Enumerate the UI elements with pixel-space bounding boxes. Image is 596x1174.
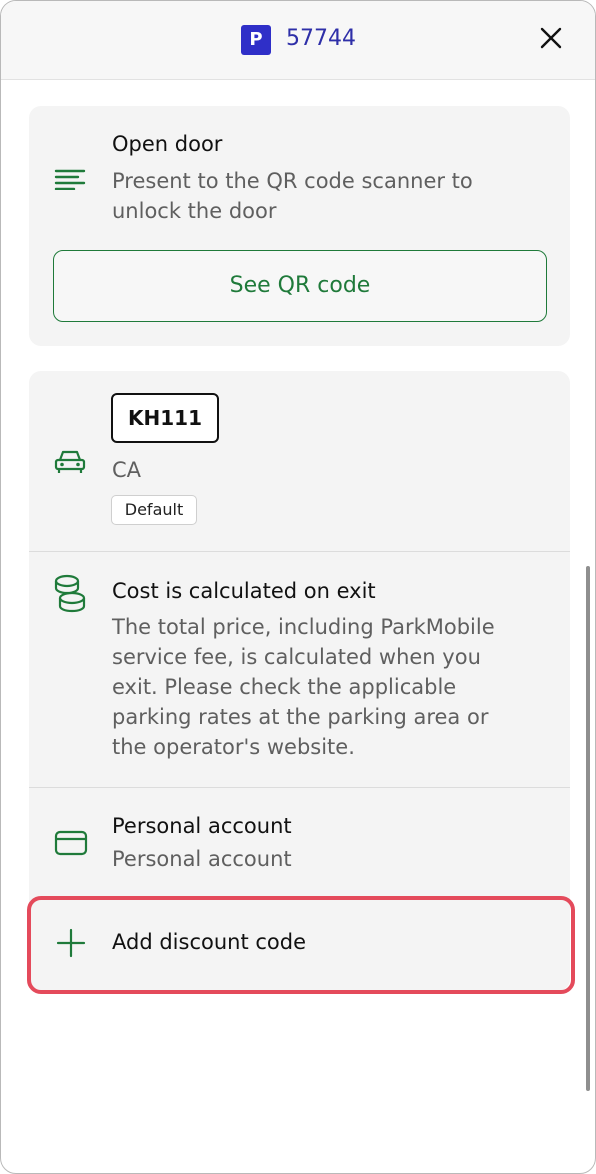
text-lines-icon	[54, 169, 86, 190]
default-badge: Default	[111, 495, 197, 525]
cost-text-line: exit. Please check the applicable	[112, 675, 457, 699]
parking-badge: P	[241, 25, 271, 55]
cost-text-line: service fee, is calculated when you	[112, 645, 481, 669]
cost-info-row: Cost is calculated on exit The total pri…	[29, 552, 570, 787]
zone-number: 57744	[286, 26, 356, 51]
license-plate: KH111	[111, 393, 219, 443]
cost-title: Cost is calculated on exit	[112, 579, 376, 603]
access-title: Open door	[112, 132, 223, 156]
header: P 57744	[1, 1, 595, 80]
access-card: Open door Present to the QR code scanner…	[29, 106, 570, 346]
access-description-line1: Present to the QR code scanner to	[112, 169, 473, 193]
scrollbar[interactable]	[586, 566, 590, 1091]
see-qr-code-button[interactable]: See QR code	[53, 250, 547, 322]
highlight-frame	[27, 896, 575, 994]
cost-text-line: the operator's website.	[112, 735, 355, 759]
card-icon	[54, 830, 88, 856]
access-description-line2: unlock the door	[112, 199, 277, 223]
payment-method-row[interactable]: Personal account Personal account	[29, 788, 570, 888]
car-icon	[54, 450, 86, 473]
cost-text-line: The total price, including ParkMobile	[112, 615, 495, 639]
cost-text-line: parking rates at the parking area or	[112, 705, 489, 729]
vehicle-row[interactable]: KH111 CA Default	[29, 371, 570, 551]
payment-title: Personal account	[112, 814, 292, 838]
coins-icon	[54, 574, 86, 613]
parking-session-panel: P 57744 Open door Present to the QR code…	[0, 0, 596, 1174]
plate-state: CA	[112, 458, 142, 482]
close-icon[interactable]	[538, 25, 564, 51]
payment-subtitle: Personal account	[112, 847, 292, 871]
